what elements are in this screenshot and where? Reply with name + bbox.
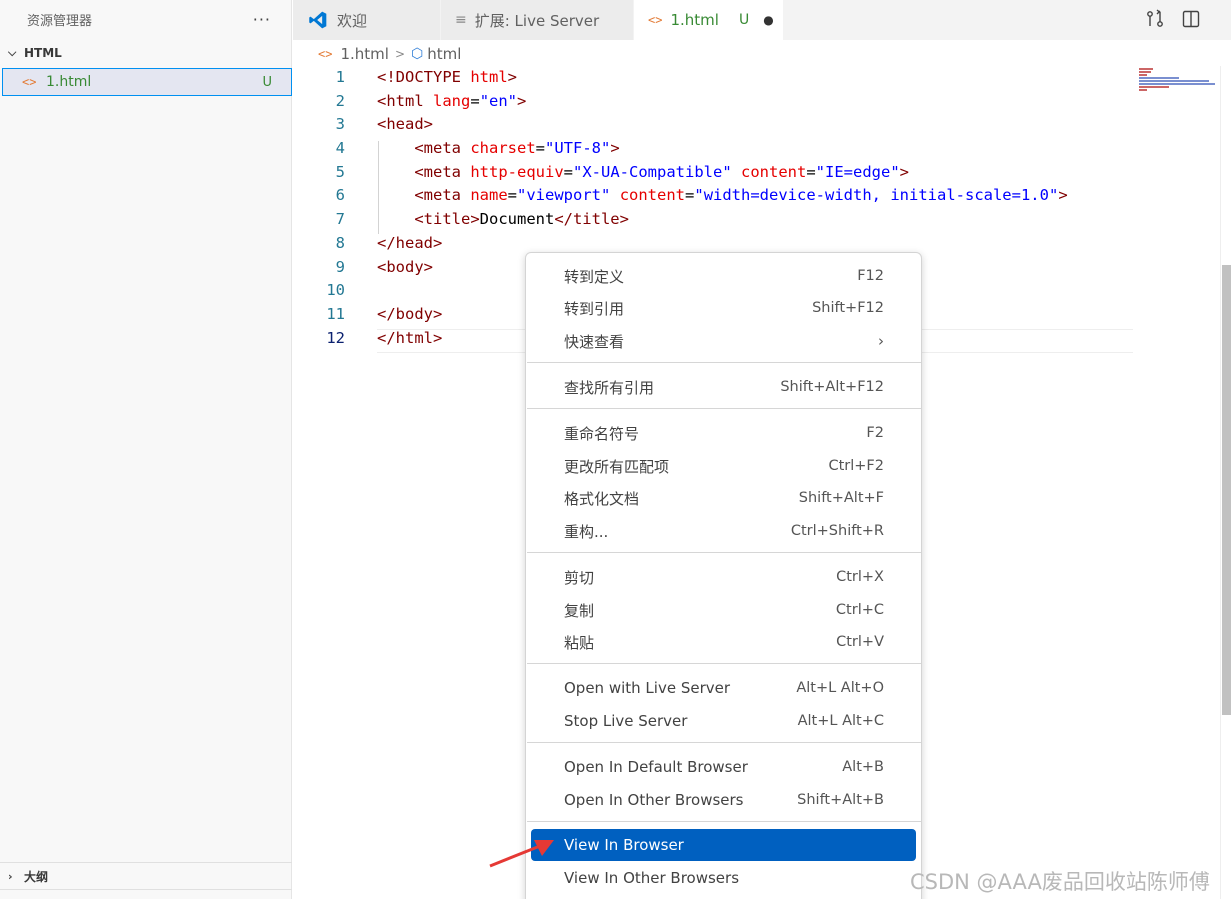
tab-label: 欢迎 (337, 11, 368, 30)
code-line: 6 <meta name="viewport" content="width=d… (335, 186, 1068, 205)
tab-label: 1.html (670, 11, 719, 29)
context-menu: 转到定义 F12 转到引用 Shift+F12 快速查看 › 查找所有引用 Shift+… (525, 252, 922, 899)
chevron-right-icon: > (394, 47, 405, 61)
git-status-badge: U (738, 12, 750, 28)
code-line: 1 <!DOCTYPE html> (335, 68, 518, 86)
menu-item-go-to-definition[interactable]: 转到定义 F12 (531, 260, 916, 292)
folder-name: HTML (24, 46, 62, 60)
menu-item-change-all-occurrences[interactable]: 更改所有匹配项 Ctrl+F2 (531, 450, 916, 482)
tab-label: 扩展: Live Server (474, 11, 600, 30)
menu-item-view-in-other-browsers[interactable]: View In Other Browsers (531, 862, 916, 894)
tab-welcome[interactable]: 欢迎 (293, 0, 441, 40)
outline-label: 大纲 (24, 870, 49, 884)
vertical-scrollbar-thumb[interactable] (1222, 265, 1231, 715)
chevron-down-icon: ⌵ (8, 46, 17, 59)
html-file-icon: <> (648, 13, 663, 27)
menu-separator (527, 552, 921, 553)
outline-section[interactable]: › 大纲 (0, 862, 292, 890)
preview-icon: ≡ (455, 12, 467, 28)
explorer-sidebar: 资源管理器 ··· ⌵ HTML <> 1.html U › 大纲 (0, 0, 292, 899)
symbol-cube-icon: ⬡ (411, 46, 424, 62)
editor-actions (1145, 9, 1201, 29)
unsaved-dot-icon[interactable]: ● (763, 13, 773, 27)
menu-item-copy[interactable]: 复制 Ctrl+C (531, 594, 916, 626)
html-file-icon: <> (318, 47, 333, 61)
menu-item-view-in-browser[interactable]: View In Browser (531, 829, 916, 861)
menu-separator (527, 408, 921, 409)
menu-item-open-with-live-server[interactable]: Open with Live Server Alt+L Alt+O (531, 672, 916, 704)
code-line: 5 <meta http-equiv="X-UA-Compatible" con… (335, 162, 910, 181)
menu-separator (527, 362, 921, 363)
menu-item-open-in-other-browsers[interactable]: Open In Other Browsers Shift+Alt+B (531, 784, 916, 816)
timeline-section[interactable] (0, 889, 292, 899)
explorer-header: 资源管理器 ··· (0, 0, 291, 38)
menu-item-rename-symbol[interactable]: 重命名符号 F2 (531, 417, 916, 449)
menu-separator (527, 821, 921, 822)
code-line: 2 <html lang="en"> (335, 91, 527, 110)
chevron-right-icon: › (8, 870, 13, 883)
html-file-icon: <> (22, 75, 37, 89)
breadcrumb: <> 1.html > ⬡ html (318, 44, 461, 64)
chevron-right-icon: › (878, 332, 884, 350)
menu-separator (527, 742, 921, 743)
red-arrow-annotation (489, 840, 554, 868)
tab-1-html[interactable]: <> 1.html U ● (634, 0, 784, 40)
watermark-text: CSDN @AAA废品回收站陈师傅 (910, 870, 1210, 894)
menu-separator (527, 663, 921, 664)
menu-item-format-document[interactable]: 格式化文档 Shift+Alt+F (531, 482, 916, 514)
tab-extension-live-server[interactable]: ≡ 扩展: Live Server (441, 0, 634, 40)
code-line: 4 <meta charset="UTF-8"> (335, 139, 620, 158)
minimap[interactable] (1139, 68, 1219, 98)
file-name: 1.html (46, 74, 92, 90)
menu-item-stop-live-server[interactable]: Stop Live Server Alt+L Alt+C (531, 705, 916, 737)
menu-item-open-in-default-browser[interactable]: Open In Default Browser Alt+B (531, 751, 916, 783)
git-status-badge: U (262, 74, 272, 90)
menu-item-peek[interactable]: 快速查看 › (531, 325, 916, 357)
editor-tab-bar: 欢迎 ≡ 扩展: Live Server <> 1.html U ● (293, 0, 1231, 40)
code-line: 3 <head> (335, 115, 433, 134)
file-item-1-html[interactable]: <> 1.html U (2, 68, 292, 96)
split-editor-icon[interactable] (1181, 9, 1201, 29)
folder-section-header[interactable]: ⌵ HTML (0, 38, 291, 68)
breadcrumb-symbol[interactable]: html (427, 45, 461, 63)
menu-item-paste[interactable]: 粘贴 Ctrl+V (531, 626, 916, 658)
menu-item-cut[interactable]: 剪切 Ctrl+X (531, 561, 916, 593)
code-line: 7 <title>Document</title> (335, 210, 629, 229)
breadcrumb-file[interactable]: 1.html (340, 45, 388, 63)
explorer-title: 资源管理器 (27, 13, 93, 29)
menu-item-refactor[interactable]: 重构... Ctrl+Shift+R (531, 515, 916, 547)
more-actions-icon[interactable]: ··· (253, 10, 271, 29)
compare-changes-icon[interactable] (1145, 9, 1165, 29)
menu-item-find-all-references[interactable]: 查找所有引用 Shift+Alt+F12 (531, 371, 916, 403)
vscode-logo-icon (309, 11, 327, 29)
menu-item-go-to-references[interactable]: 转到引用 Shift+F12 (531, 292, 916, 324)
